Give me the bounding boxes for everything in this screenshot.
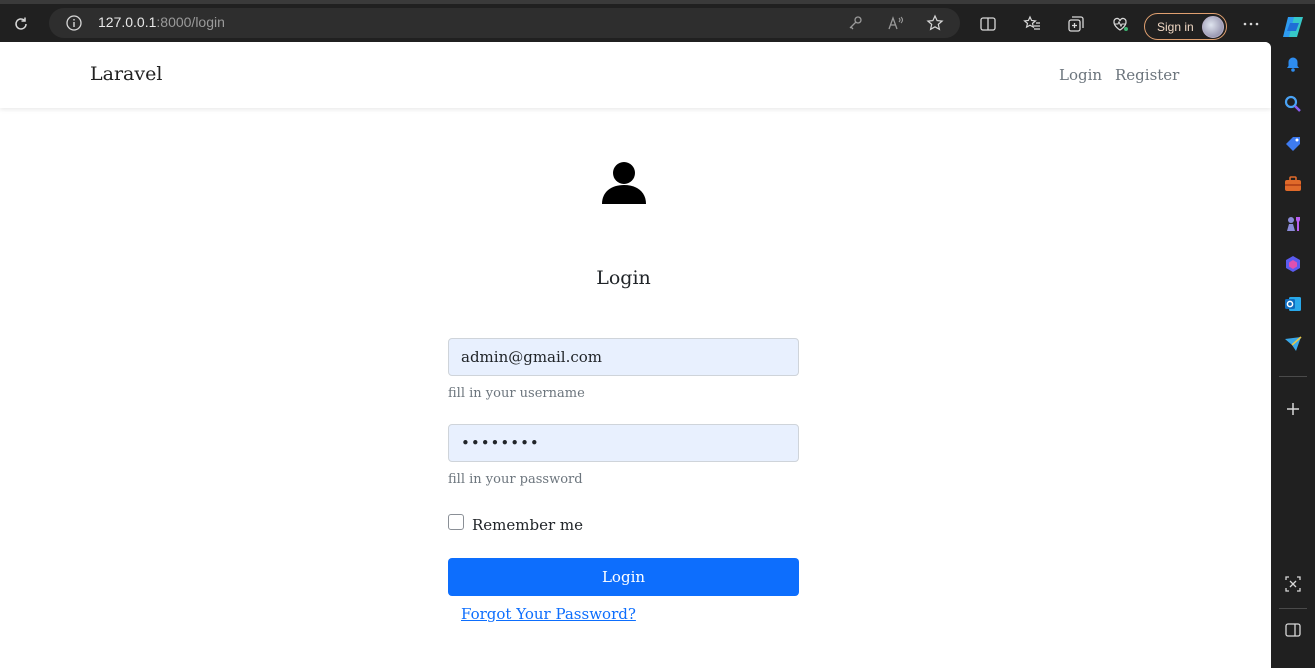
refresh-icon[interactable] [9,12,33,36]
sidebar-divider-bottom [1279,608,1307,609]
user-avatar-icon [600,160,648,208]
copilot-icon[interactable] [1280,14,1306,40]
shopping-tag-icon[interactable] [1283,134,1303,154]
send-telegram-icon[interactable] [1283,334,1303,354]
favorite-star-icon[interactable] [926,14,944,32]
browser-essentials-icon[interactable] [1108,12,1132,36]
address-bar[interactable]: 127.0.0.1:8000/login [49,8,960,38]
favorites-icon[interactable] [1020,12,1044,36]
more-menu-icon[interactable] [1239,12,1263,36]
sidebar-divider [1279,376,1307,377]
games-chess-icon[interactable] [1283,214,1303,234]
browser-toolbar: 127.0.0.1:8000/login Sign in [0,0,1315,42]
outlook-icon[interactable] [1283,294,1303,314]
split-screen-icon[interactable] [976,12,1000,36]
key-icon[interactable] [846,14,864,32]
password-help-text: fill in your password [448,472,583,487]
web-page: Laravel Login Register Login fill in you… [0,42,1271,668]
password-field[interactable] [448,424,799,462]
site-info-icon[interactable] [65,14,83,32]
forgot-password-link[interactable]: Forgot Your Password? [461,605,636,623]
remember-me-label[interactable]: Remember me [472,516,583,534]
tools-briefcase-icon[interactable] [1283,174,1303,194]
collections-icon[interactable] [1064,12,1088,36]
login-title: Login [596,267,651,289]
sidebar-toggle-icon[interactable] [1283,620,1303,640]
url-path: :8000/login [156,14,225,30]
browser-sidebar [1271,42,1315,668]
email-field[interactable] [448,338,799,376]
nav-login-link[interactable]: Login [1059,66,1102,84]
url-text[interactable]: 127.0.0.1:8000/login [98,14,225,30]
remember-me-checkbox[interactable] [448,514,464,530]
add-plus-icon[interactable] [1283,399,1303,419]
site-navbar: Laravel Login Register [0,42,1271,108]
sign-in-button[interactable]: Sign in [1144,13,1227,40]
profile-avatar [1202,16,1224,38]
brand-link[interactable]: Laravel [90,63,162,85]
sign-in-label: Sign in [1157,19,1194,34]
email-help-text: fill in your username [448,386,585,401]
search-icon[interactable] [1283,94,1303,114]
read-aloud-icon[interactable] [886,14,904,32]
url-host: 127.0.0.1 [98,14,157,30]
login-submit-button[interactable]: Login [448,558,799,596]
notification-bell-icon[interactable] [1283,54,1303,74]
copilot-sidebar-icon[interactable] [1283,254,1303,274]
nav-register-link[interactable]: Register [1115,66,1179,84]
screenshot-capture-icon[interactable] [1283,574,1303,594]
